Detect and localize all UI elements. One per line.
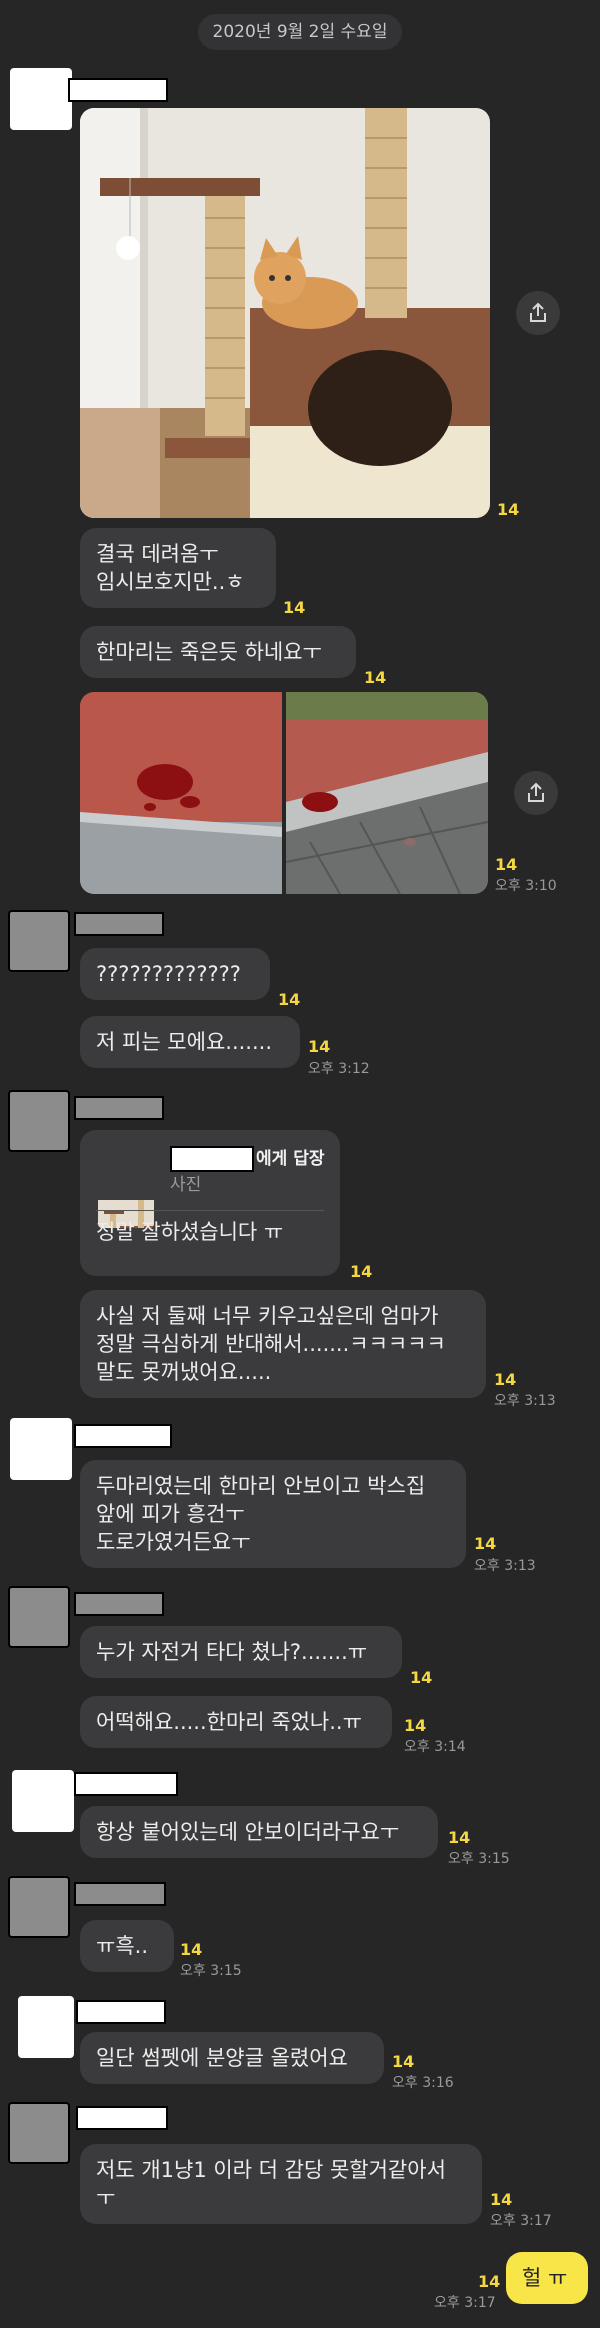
message-bubble[interactable]: 항상 붙어있는데 안보이더라구요ㅜ bbox=[80, 1806, 438, 1858]
timestamp: 오후 3:16 bbox=[392, 2075, 454, 2091]
sender-name-redacted bbox=[74, 1424, 172, 1448]
my-message-bubble[interactable]: 헐 ㅠ bbox=[506, 2252, 588, 2304]
timestamp: 오후 3:15 bbox=[448, 1851, 510, 1867]
photo-blood-road[interactable] bbox=[80, 692, 488, 894]
unread-count: 14 bbox=[410, 1668, 433, 1687]
avatar[interactable] bbox=[10, 68, 72, 130]
unread-count: 14 bbox=[350, 1262, 373, 1281]
timestamp: 오후 3:10 bbox=[495, 878, 557, 894]
share-button[interactable] bbox=[514, 771, 558, 815]
date-divider: 2020년 9월 2일 수요일 bbox=[198, 14, 402, 50]
unread-count: 14 bbox=[180, 1940, 203, 1959]
message-bubble[interactable]: ????????????? bbox=[80, 948, 270, 1000]
sender-name-redacted bbox=[74, 1096, 164, 1120]
timestamp: 오후 3:13 bbox=[494, 1393, 556, 1409]
avatar[interactable] bbox=[10, 1418, 72, 1480]
avatar[interactable] bbox=[8, 910, 70, 972]
share-icon bbox=[528, 782, 544, 802]
sender-name-redacted bbox=[74, 1882, 166, 1906]
unread-count: 14 bbox=[404, 1716, 427, 1735]
unread-count: 14 bbox=[490, 2190, 513, 2209]
message-bubble[interactable]: 저 피는 모에요....... bbox=[80, 1016, 300, 1068]
unread-count: 14 bbox=[497, 500, 520, 519]
sender-name-redacted bbox=[74, 1592, 164, 1616]
sender-name-redacted bbox=[76, 2106, 168, 2130]
unread-count: 14 bbox=[474, 1534, 497, 1553]
message-bubble[interactable]: 결국 데려옴ㅜ 임시보호지만..ㅎ bbox=[80, 528, 276, 608]
unread-count: 14 bbox=[283, 598, 306, 617]
reply-text: 정말 잘하셨습니다 ㅠ bbox=[96, 1220, 284, 1244]
avatar[interactable] bbox=[12, 1770, 74, 1832]
sender-name-redacted bbox=[74, 1772, 178, 1796]
unread-count: 14 bbox=[278, 990, 301, 1009]
avatar[interactable] bbox=[18, 1996, 74, 2058]
timestamp: 오후 3:17 bbox=[434, 2295, 496, 2311]
share-icon bbox=[530, 302, 546, 322]
sender-name-redacted bbox=[68, 78, 168, 102]
sender-name-redacted bbox=[74, 912, 164, 936]
timestamp: 오후 3:15 bbox=[180, 1963, 242, 1979]
avatar[interactable] bbox=[8, 1876, 70, 1938]
message-bubble[interactable]: 일단 썸펫에 분양글 올렸어요 bbox=[80, 2032, 384, 2084]
message-bubble[interactable]: 누가 자전거 타다 쳤나?.......ㅠ bbox=[80, 1626, 402, 1678]
unread-count: 14 bbox=[448, 1828, 471, 1847]
timestamp: 오후 3:14 bbox=[404, 1739, 466, 1755]
message-bubble[interactable]: 사실 저 둘째 너무 키우고싶은데 엄마가 정말 극심하게 반대해서......… bbox=[80, 1290, 486, 1398]
blood-road-image bbox=[80, 692, 488, 894]
message-bubble[interactable]: 한마리는 죽은듯 하네요ㅜ bbox=[80, 626, 356, 678]
cat-tower-image bbox=[80, 108, 490, 518]
unread-count: 14 bbox=[495, 855, 518, 874]
unread-count: 14 bbox=[478, 2272, 501, 2291]
share-button[interactable] bbox=[516, 291, 560, 335]
reply-recipient-redacted bbox=[170, 1146, 254, 1172]
reply-header: 에게 답장 bbox=[256, 1149, 325, 1169]
message-bubble[interactable]: 저도 개1냥1 이라 더 감당 못할거같아서 ㅜ bbox=[80, 2144, 482, 2224]
photo-cat-tower[interactable] bbox=[80, 108, 490, 518]
unread-count: 14 bbox=[364, 668, 387, 687]
timestamp: 오후 3:12 bbox=[308, 1061, 370, 1077]
unread-count: 14 bbox=[494, 1370, 517, 1389]
reply-type: 사진 bbox=[170, 1175, 202, 1195]
message-bubble[interactable]: 어떡해요.....한마리 죽었나..ㅠ bbox=[80, 1696, 392, 1748]
reply-message-bubble[interactable]: 에게 답장 사진 정말 잘하셨습니다 ㅠ bbox=[80, 1130, 340, 1276]
timestamp: 오후 3:17 bbox=[490, 2213, 552, 2229]
message-bubble[interactable]: ㅠ흑.. bbox=[80, 1920, 174, 1972]
avatar[interactable] bbox=[8, 1090, 70, 1152]
reply-divider bbox=[96, 1210, 324, 1211]
message-bubble[interactable]: 두마리였는데 한마리 안보이고 박스집 앞에 피가 흥건ㅜ 도로가였거든요ㅜ bbox=[80, 1460, 466, 1568]
timestamp: 오후 3:13 bbox=[474, 1558, 536, 1574]
avatar[interactable] bbox=[8, 1586, 70, 1648]
unread-count: 14 bbox=[308, 1037, 331, 1056]
unread-count: 14 bbox=[392, 2052, 415, 2071]
sender-name-redacted bbox=[76, 2000, 166, 2024]
avatar[interactable] bbox=[8, 2102, 70, 2164]
